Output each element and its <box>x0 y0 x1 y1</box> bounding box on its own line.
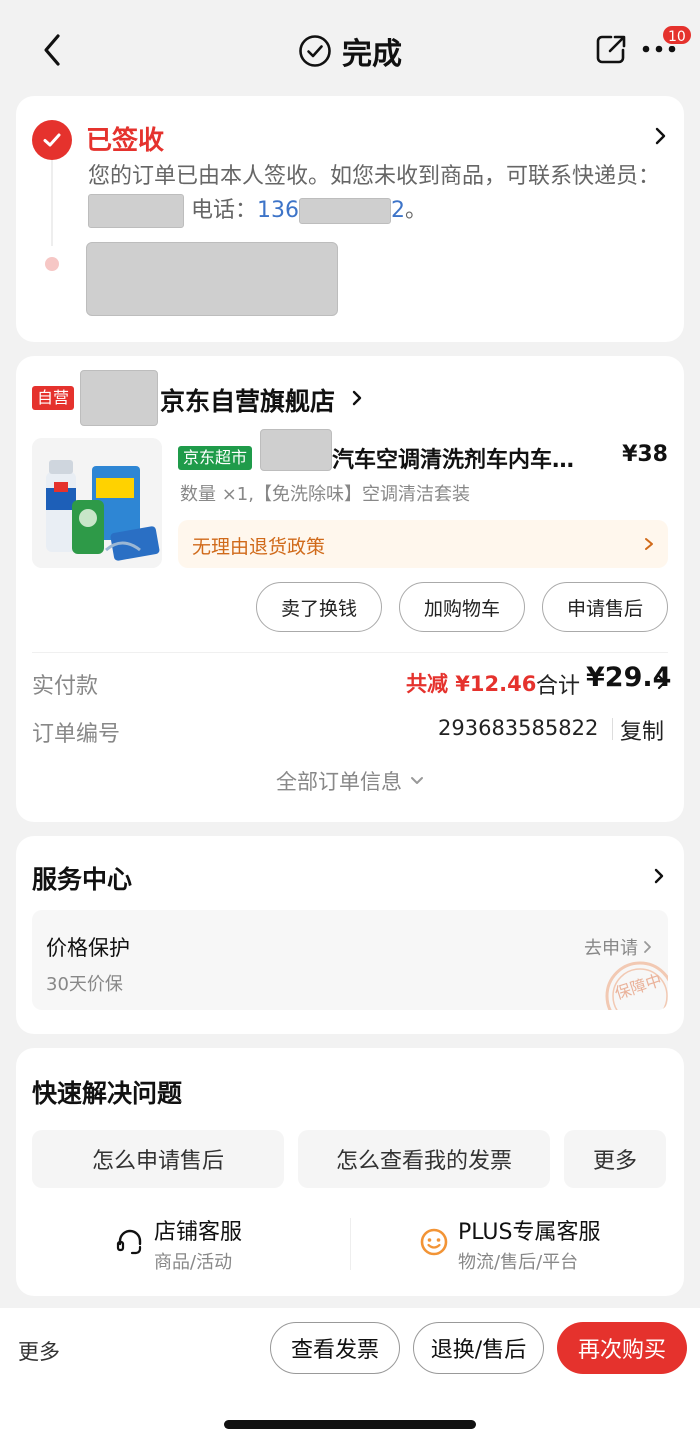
section-title: 服务中心 <box>32 865 133 894</box>
redacted-courier-name <box>88 194 184 228</box>
service-center-card: 服务中心 价格保护 30天价保 去申请 保障中 <box>16 836 684 1034</box>
view-invoice-button[interactable]: 查看发票 <box>270 1322 400 1374</box>
divider <box>612 718 613 740</box>
more-link[interactable]: 更多 <box>18 1336 60 1366</box>
self-operated-badge: 自营 <box>32 386 75 410</box>
stamp-text: 保障中 <box>613 970 665 1003</box>
store-customer-service[interactable]: 店铺客服 商品/活动 <box>114 1212 314 1276</box>
return-policy-banner[interactable]: 无理由退货政策 <box>178 520 668 568</box>
order-card: 自营 京东自营旗舰店 京东超市 汽车空调清洗剂车内车… ¥38 数量 ×1,【免… <box>16 356 684 822</box>
order-number: 293683585822 <box>438 716 599 740</box>
return-after-sale-button[interactable]: 退换/售后 <box>413 1322 544 1374</box>
chevron-right-icon[interactable] <box>652 866 666 886</box>
quick-solve-card: 快速解决问题 怎么申请售后 怎么查看我的发票 更多 店铺客服 商品/活动 PLU… <box>16 1048 684 1296</box>
product-title[interactable]: 汽车空调清洗剂车内车… <box>332 442 610 474</box>
product-price: ¥38 <box>622 442 668 467</box>
paid-label: 实付款 <box>32 674 99 699</box>
redacted-brand <box>260 429 332 471</box>
discount-amount: 共减 ¥12.46 <box>406 672 537 696</box>
redacted-image <box>86 242 338 316</box>
total-label: 合计 <box>536 674 581 699</box>
headset-icon <box>116 1229 142 1255</box>
check-circle-icon <box>299 35 331 67</box>
chevron-right-icon <box>644 941 651 953</box>
copy-button[interactable]: 复制 <box>620 714 664 746</box>
sell-for-cash-button[interactable]: 卖了换钱 <box>256 582 382 632</box>
delivery-status: 已签收 <box>86 126 165 156</box>
divider <box>350 1218 351 1270</box>
price-protection-sub: 30天价保 <box>46 974 123 995</box>
smile-chat-icon <box>420 1228 448 1256</box>
page-title: 完成 <box>342 37 402 72</box>
all-order-info-toggle[interactable]: 全部订单信息 <box>16 766 684 796</box>
chevron-right-icon <box>645 538 653 550</box>
chevron-right-icon[interactable] <box>652 126 668 146</box>
bottom-action-bar: 更多 查看发票 退换/售后 再次购买 <box>0 1308 700 1442</box>
redacted-store-logo <box>80 370 158 426</box>
price-protection-item[interactable]: 价格保护 30天价保 去申请 保障中 <box>32 910 668 1010</box>
store-name[interactable]: 京东自营旗舰店 <box>160 382 335 418</box>
jd-supermarket-badge: 京东超市 <box>178 446 253 470</box>
timeline-dot <box>45 257 59 271</box>
price-protection-title: 价格保护 <box>46 936 130 960</box>
timeline-line <box>51 160 53 246</box>
notification-badge: 10 <box>661 24 693 46</box>
product-image[interactable] <box>32 438 162 568</box>
redacted-phone <box>299 198 392 224</box>
apply-link[interactable]: 去申请 <box>584 934 652 960</box>
plus-customer-service[interactable]: PLUS专属客服 物流/售后/平台 <box>418 1212 658 1276</box>
courier-phone[interactable]: 136 2 <box>257 198 405 224</box>
delivery-description: 您的订单已由本人签收。如您未收到商品，可联系快递员： 电话：136 2。 <box>88 160 668 228</box>
home-indicator <box>224 1420 476 1429</box>
chevron-right-icon[interactable] <box>656 673 668 691</box>
section-title: 快速解决问题 <box>32 1079 183 1108</box>
faq-more[interactable]: 更多 <box>564 1130 666 1188</box>
add-to-cart-button[interactable]: 加购物车 <box>399 582 525 632</box>
share-icon[interactable] <box>594 32 628 66</box>
nav-bar: 完成 10 <box>0 0 700 96</box>
divider <box>32 652 668 653</box>
chevron-down-icon <box>411 777 423 784</box>
faq-invoice[interactable]: 怎么查看我的发票 <box>298 1130 550 1188</box>
chevron-right-icon[interactable] <box>350 388 364 408</box>
signed-check-icon <box>32 120 72 160</box>
buy-again-button[interactable]: 再次购买 <box>557 1322 687 1374</box>
apply-after-sale-button[interactable]: 申请售后 <box>542 582 668 632</box>
faq-after-sale[interactable]: 怎么申请售后 <box>32 1130 284 1188</box>
product-spec: 数量 ×1,【免洗除味】空调清洁套装 <box>180 484 470 505</box>
protection-stamp: 保障中 <box>605 961 668 1010</box>
delivery-status-card[interactable]: 已签收 您的订单已由本人签收。如您未收到商品，可联系快递员： 电话：136 2。 <box>16 96 684 342</box>
order-number-label: 订单编号 <box>32 722 121 747</box>
